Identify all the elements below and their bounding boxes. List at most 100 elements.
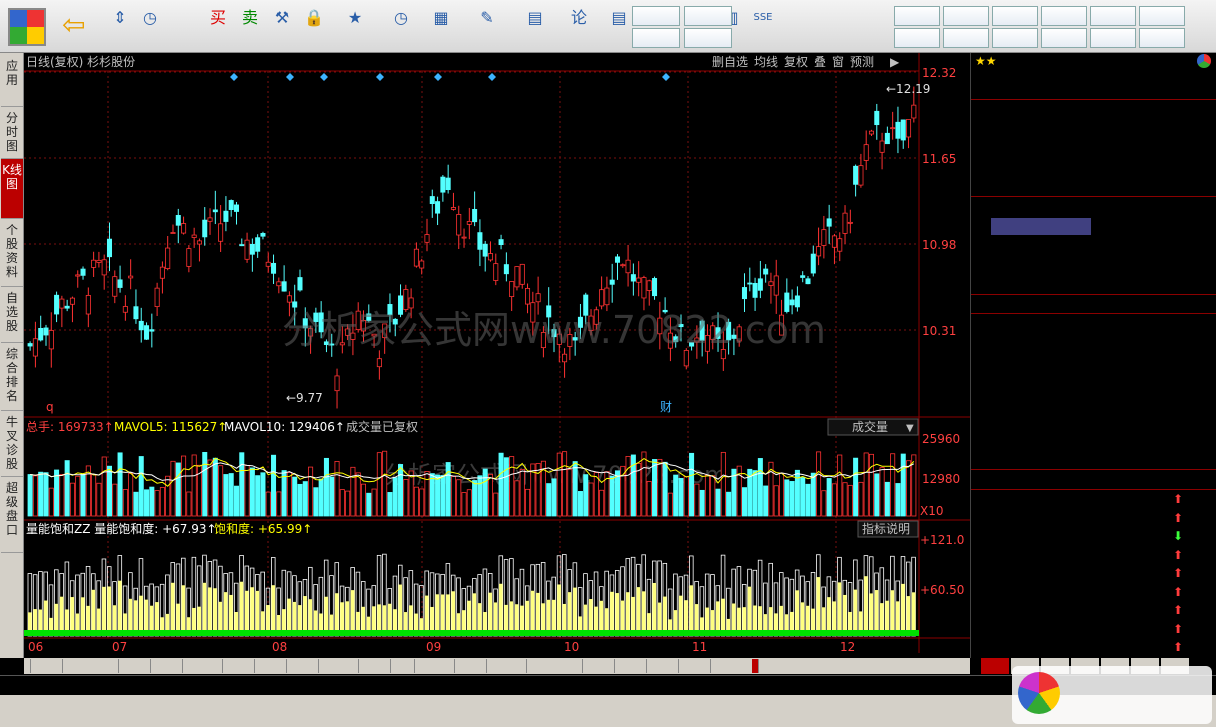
bid-row[interactable] (971, 236, 1216, 254)
indicator-tab[interactable] (384, 659, 391, 673)
chart-menu-icon[interactable]: ▶ (890, 55, 900, 69)
chart-tool-0[interactable]: 删自选 (712, 55, 748, 69)
market-link-5-0[interactable] (1139, 6, 1185, 26)
info-diamond-icon[interactable] (376, 73, 384, 81)
event-marker[interactable]: q (46, 400, 54, 414)
left-nav-item-7[interactable]: 超级盘口 (1, 477, 23, 553)
toolbar-clock-button[interactable]: ◷ (134, 4, 166, 50)
left-nav-item-1[interactable]: 分时图 (1, 107, 23, 159)
toolbar-sell-button[interactable]: 卖 (234, 4, 266, 50)
kline-chart[interactable]: 日线(复权) 杉杉股份 删自选 均线 复权叠窗预测 ▶ 12.32 11.65 10.98 10… (24, 53, 970, 658)
candle (133, 306, 139, 320)
indicator-tab[interactable] (576, 659, 583, 673)
ask-row[interactable] (971, 138, 1216, 156)
candle (276, 281, 282, 287)
toolbar-buy-button[interactable]: 买 (202, 4, 234, 50)
industry-row[interactable] (971, 471, 1216, 489)
toolbar-link-0-1[interactable] (632, 28, 680, 48)
market-link-2-1[interactable] (992, 28, 1038, 48)
toolbar-link-1-0[interactable] (684, 6, 732, 26)
info-diamond-icon[interactable] (286, 73, 294, 81)
indicator-tab[interactable] (752, 659, 759, 673)
indicator-tab[interactable] (352, 659, 359, 673)
indicator-tab[interactable] (216, 659, 223, 673)
info-diamond-icon[interactable] (434, 73, 442, 81)
candle (144, 325, 150, 340)
bid-row[interactable] (971, 255, 1216, 273)
indicator-tab[interactable] (408, 659, 415, 673)
bid-row[interactable] (971, 199, 1216, 217)
info-diamond-icon[interactable] (662, 73, 670, 81)
info-diamond-icon[interactable] (320, 73, 328, 81)
indicator-fill (207, 587, 212, 636)
chart-tool-5[interactable]: 预测 (850, 55, 874, 69)
indicator-tab[interactable] (312, 659, 319, 673)
quote-tab[interactable] (981, 658, 1009, 674)
indicator-tab[interactable] (704, 659, 711, 673)
left-nav-item-5[interactable]: 综合排名 (1, 343, 23, 411)
toolbar-select-window-button[interactable]: ▤ (514, 4, 556, 50)
volume-bar (43, 472, 49, 517)
indicator-tab[interactable] (176, 659, 183, 673)
toolbar-lock-button[interactable]: 🔒 (298, 4, 330, 50)
finance-marker[interactable]: 财 (660, 400, 672, 414)
indicator-tab[interactable] (112, 659, 119, 673)
toolbar-sse-hkex-button[interactable]: SSE (742, 4, 784, 50)
chart-tool-4[interactable]: 窗 (832, 55, 844, 69)
market-link-0-0[interactable] (894, 6, 940, 26)
app-logo-icon[interactable] (8, 8, 46, 46)
toolbar-link-0-0[interactable] (632, 6, 680, 26)
market-link-1-1[interactable] (943, 28, 989, 48)
chart-tool-1[interactable]: 均线 (754, 55, 778, 69)
bid-row[interactable] (971, 217, 1216, 236)
bid-row[interactable] (971, 273, 1216, 291)
ask-row[interactable] (971, 175, 1216, 193)
indicator-tab[interactable] (248, 659, 255, 673)
left-nav-item-6[interactable]: 牛叉诊股 (1, 411, 23, 477)
indicator-tab[interactable] (144, 659, 151, 673)
toolbar-clock-dropdown-button[interactable]: ◷ (380, 4, 422, 50)
toolbar-forum-button[interactable]: 论 (558, 4, 600, 50)
indicator-tab[interactable] (520, 659, 527, 673)
chart-tool-2[interactable]: 复权 (784, 55, 808, 69)
market-link-5-1[interactable] (1139, 28, 1185, 48)
market-link-3-0[interactable] (1041, 6, 1087, 26)
indicator-tab[interactable] (608, 659, 615, 673)
info-diamond-icon[interactable] (230, 73, 238, 81)
market-link-4-1[interactable] (1090, 28, 1136, 48)
ask-row[interactable] (971, 120, 1216, 138)
star-icon[interactable]: ★★ (975, 54, 997, 68)
info-diamond-icon[interactable] (488, 73, 496, 81)
toolbar-hammer-button[interactable]: ⚒ (266, 4, 298, 50)
volume-bar (625, 456, 631, 517)
indicator-tab[interactable] (480, 659, 487, 673)
left-nav-item-4[interactable]: 自选股 (1, 287, 23, 343)
left-nav-item-0[interactable]: 应用 (1, 55, 23, 107)
chevron-down-icon[interactable]: ▼ (906, 423, 914, 434)
indicator-tab[interactable] (448, 659, 455, 673)
market-link-2-0[interactable] (992, 6, 1038, 26)
toolbar-pencil-button[interactable]: ✎ (466, 4, 508, 50)
ask-row[interactable] (971, 157, 1216, 175)
ask-row[interactable] (971, 101, 1216, 119)
indicator-tab[interactable] (56, 659, 63, 673)
market-link-4-0[interactable] (1090, 6, 1136, 26)
indicator-tab[interactable] (640, 659, 647, 673)
toolbar-link-1-1[interactable] (684, 28, 732, 48)
market-link-0-1[interactable] (894, 28, 940, 48)
chart-tool-3[interactable]: 叠 (814, 55, 826, 69)
market-link-1-0[interactable] (943, 6, 989, 26)
market-link-3-1[interactable] (1041, 28, 1087, 48)
left-nav-item-2[interactable]: K线图 (1, 159, 23, 219)
indicator-fill (610, 591, 614, 636)
color-ball-icon[interactable] (1197, 54, 1211, 68)
left-nav-item-3[interactable]: 个股资料 (1, 219, 23, 287)
toolbar-up-down-arrows-button[interactable]: ⇕ (104, 4, 136, 50)
chart-area[interactable]: 日线(复权) 杉杉股份 删自选 均线 复权叠窗预测 ▶ 12.32 11.65 10.98 10… (24, 53, 970, 658)
back-icon[interactable]: ⇦ (62, 10, 92, 40)
indicator-tab[interactable] (280, 659, 287, 673)
toolbar-grid-window-button[interactable]: ▦ (420, 4, 462, 50)
indicator-tab[interactable] (672, 659, 679, 673)
toolbar-star-window-button[interactable]: ★ (334, 4, 376, 50)
indicator-tab[interactable] (24, 659, 31, 673)
